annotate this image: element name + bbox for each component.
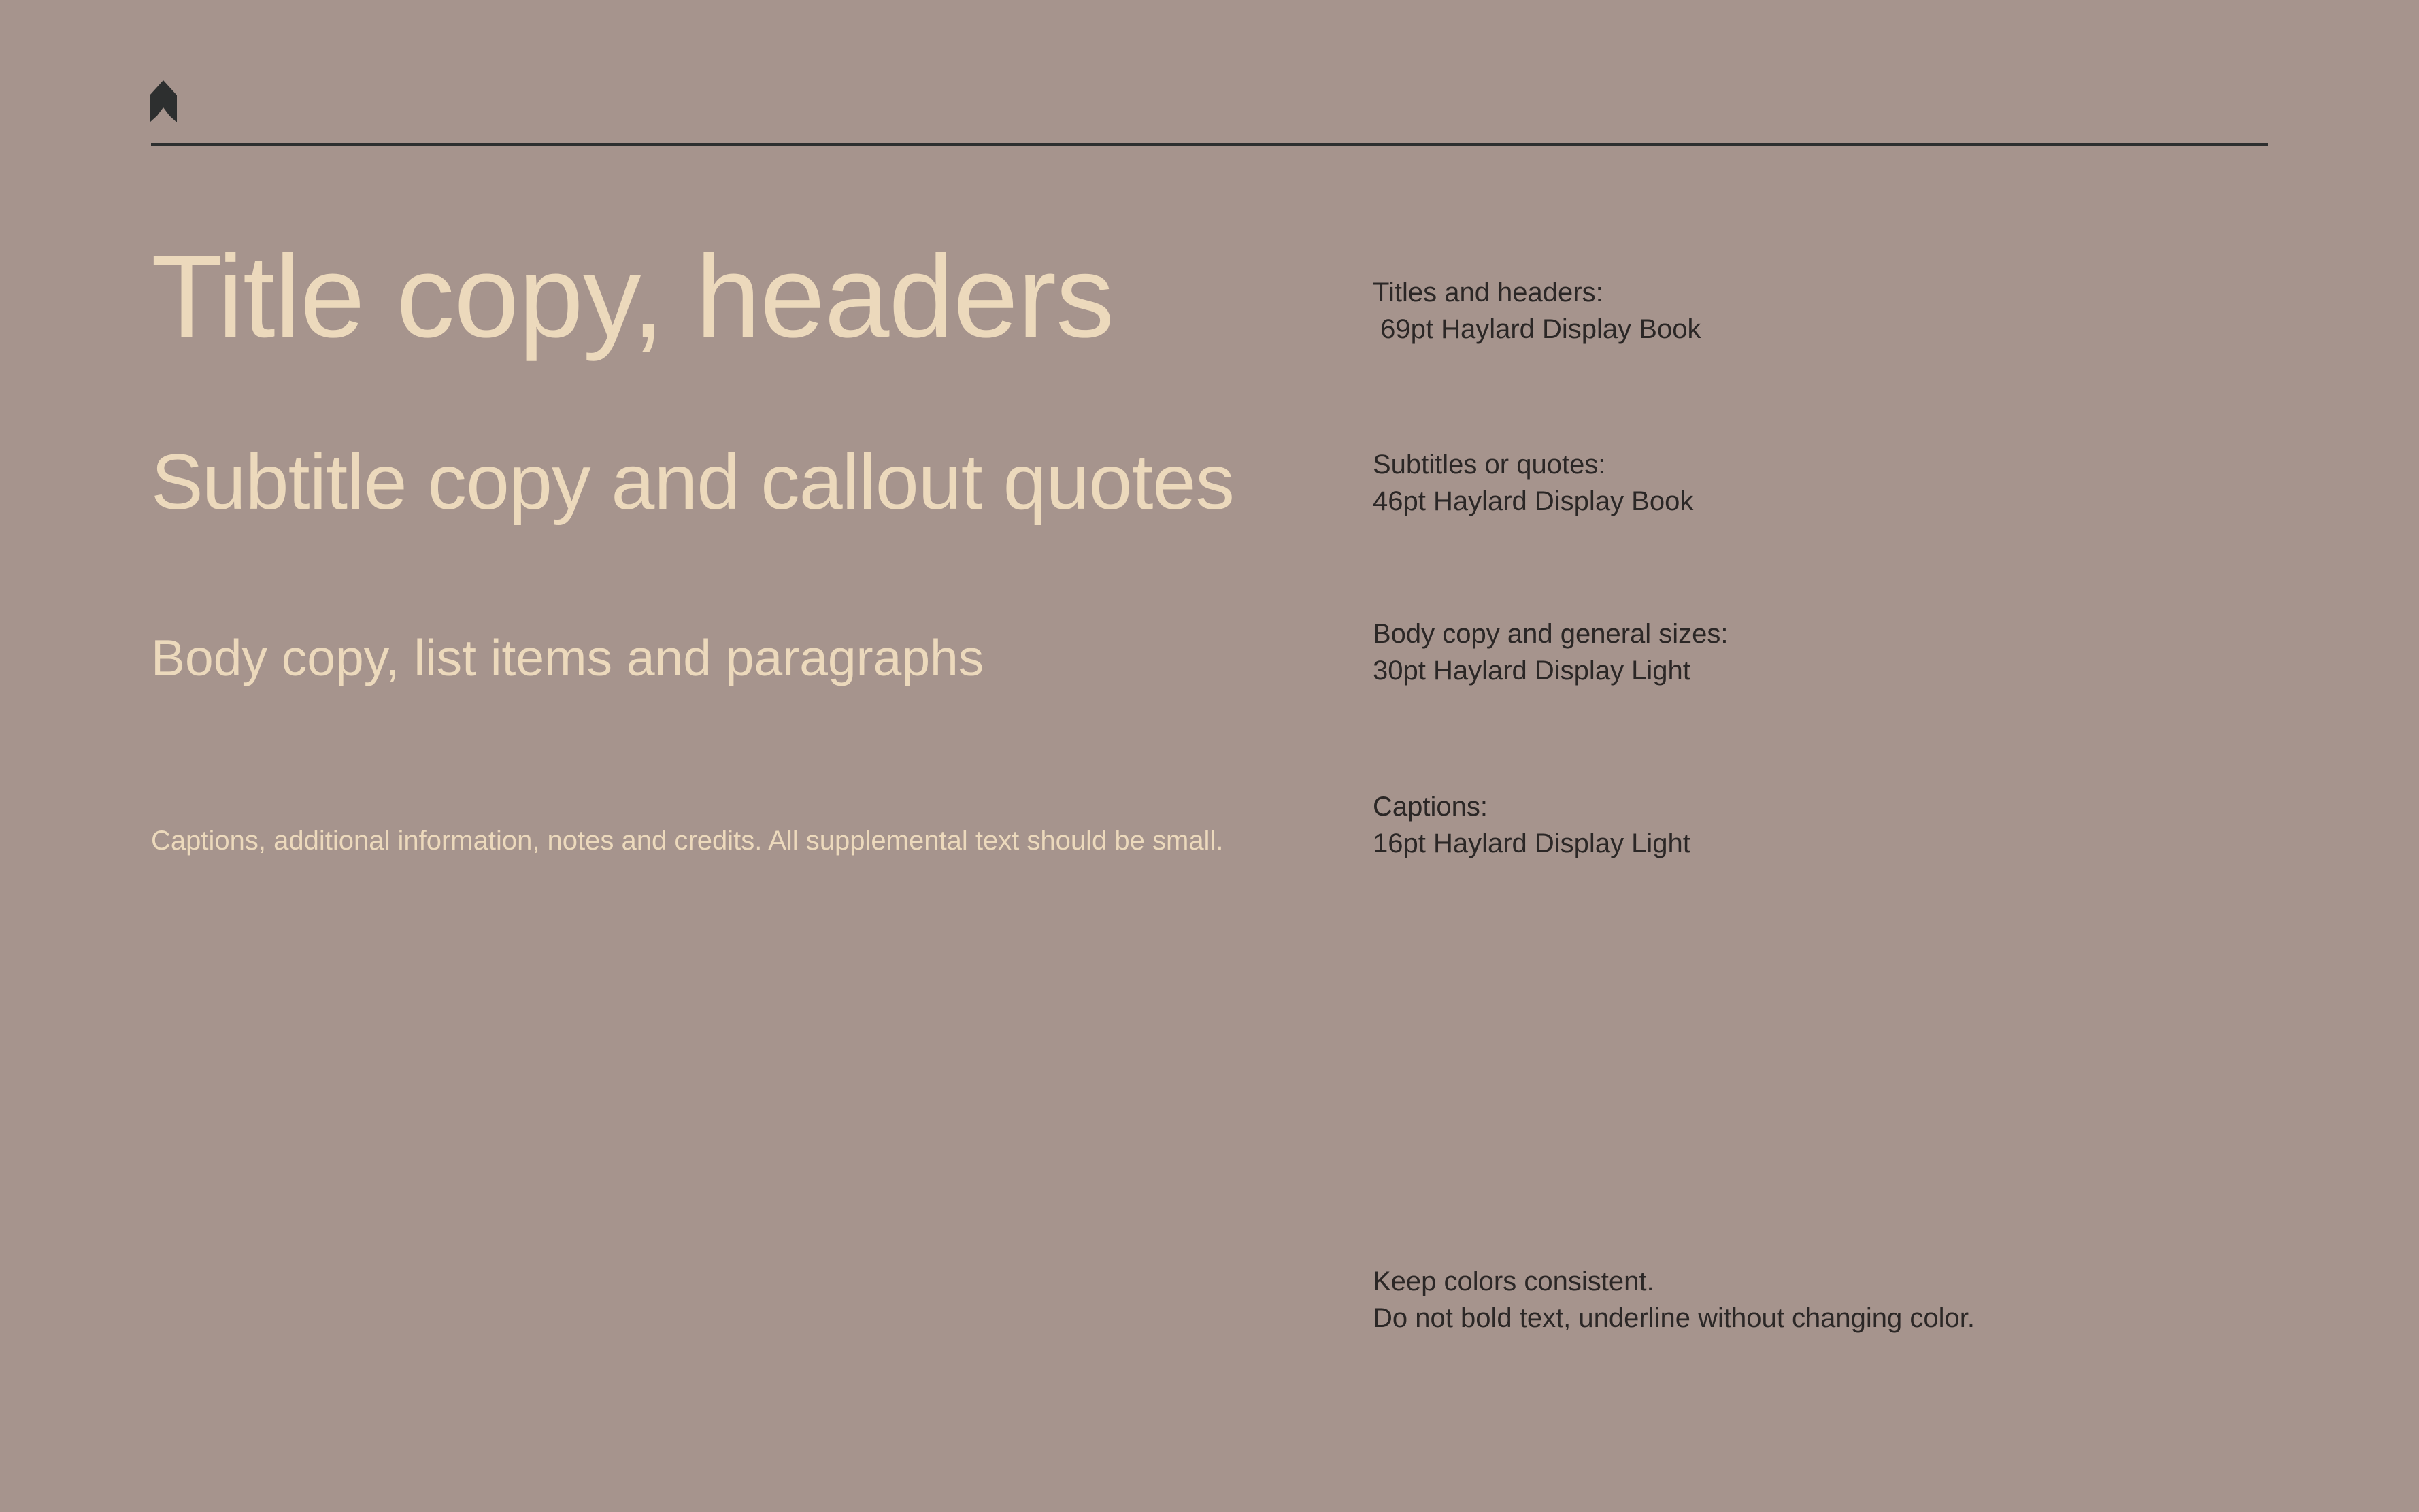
caption-sample: Captions, additional information, notes … [151,826,1224,856]
spec-titles-value: 69pt Haylard Display Book [1373,314,1701,344]
spec-titles-label: Titles and headers: [1373,278,1603,307]
usage-note-colors: Keep colors consistent. [1373,1266,1654,1296]
spec-subtitles: Subtitles or quotes: 46pt Haylard Displa… [1373,446,1693,520]
spec-captions: Captions: 16pt Haylard Display Light [1373,788,1690,862]
usage-notes: Keep colors consistent. Do not bold text… [1373,1263,1975,1337]
spec-titles: Titles and headers: 69pt Haylard Display… [1373,274,1701,348]
spec-subtitles-value: 46pt Haylard Display Book [1373,486,1694,516]
spec-subtitles-label: Subtitles or quotes: [1373,450,1606,480]
spec-body-label: Body copy and general sizes: [1373,619,1729,649]
spec-body-value: 30pt Haylard Display Light [1373,656,1690,686]
usage-note-bold: Do not bold text, underline without chan… [1373,1303,1975,1333]
subtitle-sample: Subtitle copy and callout quotes [151,439,1235,526]
spec-captions-label: Captions: [1373,792,1488,822]
body-sample: Body copy, list items and paragraphs [151,629,984,686]
title-sample: Title copy, headers [151,231,1114,362]
header-divider [151,143,2268,146]
spec-captions-value: 16pt Haylard Display Light [1373,828,1690,858]
spec-body: Body copy and general sizes: 30pt Haylar… [1373,616,1729,689]
arch-house-logo-icon [150,80,177,122]
